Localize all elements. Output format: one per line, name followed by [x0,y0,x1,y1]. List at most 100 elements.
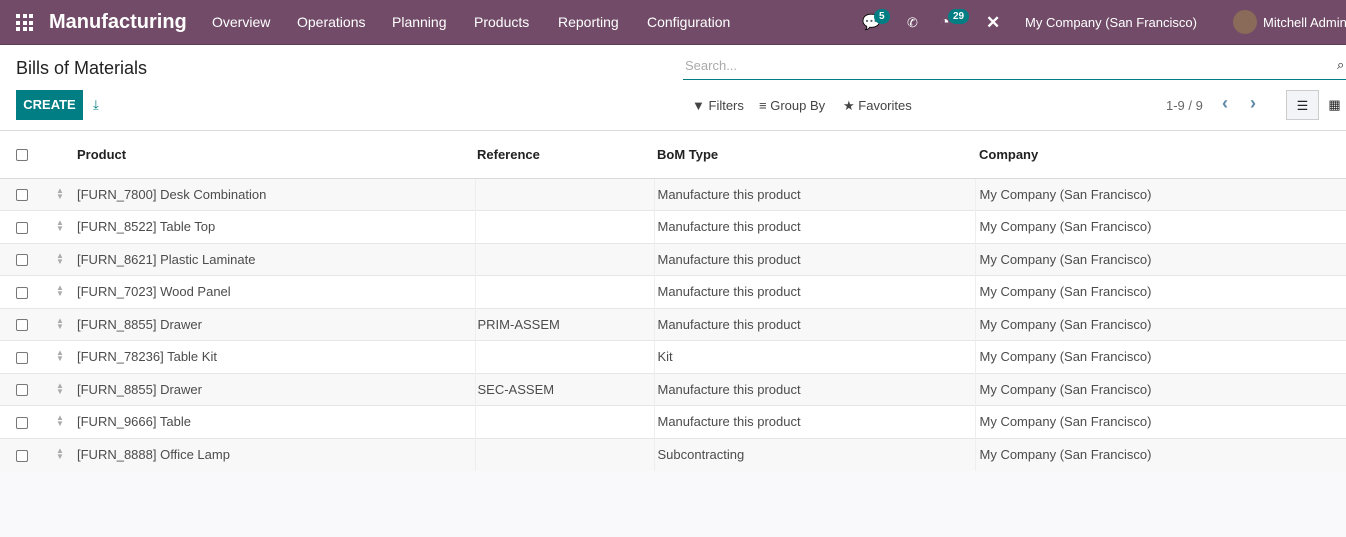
row-checkbox[interactable] [16,416,28,429]
table-row[interactable]: ▲ ▼ [FURN_8621] Plastic Laminate Manufactur… [0,242,1346,276]
row-checkbox[interactable] [16,384,28,397]
star-icon: ★ [843,98,855,113]
group-by-button[interactable]: ≡ Group By [759,98,825,113]
search-icon[interactable]: ⌕ [1337,57,1344,73]
col-product[interactable]: Product [75,131,475,179]
col-bom-type[interactable]: BoM Type [654,131,975,179]
user-avatar[interactable] [1233,10,1257,34]
cell-product: [FURN_8888] Office Lamp [75,437,475,471]
table-row[interactable]: ▲ ▼ [FURN_8855] Drawer PRIM-ASSEM Manufactur… [0,307,1346,341]
cell-reference [474,210,654,243]
download-icon[interactable]: ⤓ [93,97,99,113]
menu-products[interactable]: Products [474,0,529,45]
cell-bom-type: Kit [653,340,975,373]
row-checkbox[interactable] [16,221,28,234]
cell-company: My Company (San Francisco) [974,177,1346,211]
table-row[interactable]: ▲ ▼ [FURN_9666] Table Manufacture this prod… [0,405,1346,438]
create-button[interactable]: CREATE [16,90,83,120]
table-row[interactable]: ▲ ▼ [FURN_78236] Table Kit Kit My Company (S… [0,340,1346,373]
menu-overview[interactable]: Overview [212,0,270,45]
menu-reporting[interactable]: Reporting [558,0,619,45]
drag-handle-icon[interactable]: ▲ ▼ [56,414,64,428]
cell-product: [FURN_8855] Drawer [75,372,475,406]
table-row[interactable]: ▲ ▼ [FURN_7800] Desk Combination Manufactur… [0,177,1346,211]
favorites-button[interactable]: ★ Favorites [843,98,912,114]
group-by-label: Group By [770,98,826,113]
search-input[interactable]: Search... [683,53,1346,80]
cell-reference [474,275,654,308]
filters-button[interactable]: ▼ Filters [692,98,744,113]
apps-menu-icon[interactable] [16,14,33,31]
row-checkbox[interactable] [16,351,28,364]
pager-previous-icon[interactable]: ‹ [1222,93,1228,114]
cell-company: My Company (San Francisco) [974,437,1346,471]
row-checkbox[interactable] [16,449,28,462]
search-placeholder: Search... [685,58,738,73]
activities-badge: 29 [948,9,970,24]
app-brand[interactable]: Manufacturing [49,0,187,45]
drag-handle-icon[interactable]: ▲ ▼ [56,219,64,233]
messages-badge: 5 [874,9,890,24]
cell-reference [474,340,654,373]
select-all-checkbox[interactable] [16,149,28,162]
cell-product: [FURN_8621] Plastic Laminate [75,242,475,276]
row-checkbox[interactable] [16,286,28,299]
col-reference[interactable]: Reference [475,131,654,179]
debug-tools-icon[interactable]: ✕ [986,0,1000,45]
list-view-icon[interactable]: ☰ [1286,90,1319,120]
drag-handle-icon[interactable]: ▲ ▼ [56,316,64,330]
cell-bom-type: Manufacture this product [653,242,975,276]
cell-bom-type: Manufacture this product [653,372,975,406]
top-navbar: Manufacturing Overview Operations Planni… [0,0,1346,45]
cell-reference [474,242,654,276]
col-company[interactable]: Company [975,131,1346,179]
menu-planning[interactable]: Planning [392,0,447,45]
cell-product: [FURN_8855] Drawer [75,307,475,341]
phone-icon[interactable]: ✆ [907,0,918,45]
row-checkbox[interactable] [16,189,28,202]
cell-reference: PRIM-ASSEM [474,307,654,341]
row-checkbox[interactable] [16,254,28,267]
table-row[interactable]: ▲ ▼ [FURN_8888] Office Lamp Subcontracting M… [0,437,1346,471]
menu-configuration[interactable]: Configuration [647,0,730,45]
cell-company: My Company (San Francisco) [974,275,1346,308]
table-row[interactable]: ▲ ▼ [FURN_7023] Wood Panel Manufacture this… [0,275,1346,308]
bars-icon: ≡ [759,98,767,113]
drag-handle-icon[interactable]: ▲ ▼ [56,381,64,395]
cell-reference [474,177,654,211]
menu-operations[interactable]: Operations [297,0,365,45]
cell-reference [474,437,654,471]
drag-handle-icon[interactable]: ▲ ▼ [56,186,64,200]
drag-handle-icon[interactable]: ▲ ▼ [56,349,64,363]
cell-company: My Company (San Francisco) [974,210,1346,243]
cell-bom-type: Manufacture this product [653,405,975,438]
cell-company: My Company (San Francisco) [974,307,1346,341]
pager-next-icon[interactable]: › [1250,93,1256,114]
user-menu[interactable]: Mitchell Admin [1263,0,1346,45]
table-row[interactable]: ▲ ▼ [FURN_8522] Table Top Manufacture this … [0,210,1346,243]
row-checkbox[interactable] [16,319,28,332]
cell-company: My Company (San Francisco) [974,372,1346,406]
bom-list: Product Reference BoM Type Company ▲ ▼ [FU… [0,131,1346,471]
cell-product: [FURN_9666] Table [75,405,475,438]
cell-bom-type: Subcontracting [653,437,975,471]
cell-reference: SEC-ASSEM [474,372,654,406]
drag-handle-icon[interactable]: ▲ ▼ [56,251,64,265]
pager-value[interactable]: 1-9 / 9 [1166,98,1203,113]
company-switcher[interactable]: My Company (San Francisco) [1025,0,1197,45]
cell-bom-type: Manufacture this product [653,275,975,308]
cell-bom-type: Manufacture this product [653,210,975,243]
kanban-view-icon[interactable]: ▦ [1318,90,1346,120]
cell-product: [FURN_8522] Table Top [75,210,475,243]
cell-company: My Company (San Francisco) [974,242,1346,276]
cell-bom-type: Manufacture this product [653,307,975,341]
activity-clock-icon[interactable]: ◔ [940,0,950,45]
cell-product: [FURN_7023] Wood Panel [75,275,475,308]
cell-product: [FURN_7800] Desk Combination [75,177,475,211]
drag-handle-icon[interactable]: ▲ ▼ [56,284,64,298]
drag-handle-icon[interactable]: ▲ ▼ [56,447,64,461]
page-title: Bills of Materials [16,58,148,78]
table-row[interactable]: ▲ ▼ [FURN_8855] Drawer SEC-ASSEM Manufacture… [0,372,1346,406]
cell-company: My Company (San Francisco) [974,340,1346,373]
control-panel: Bills of Materials Search... ⌕ CREATE ⤓ … [0,45,1346,131]
